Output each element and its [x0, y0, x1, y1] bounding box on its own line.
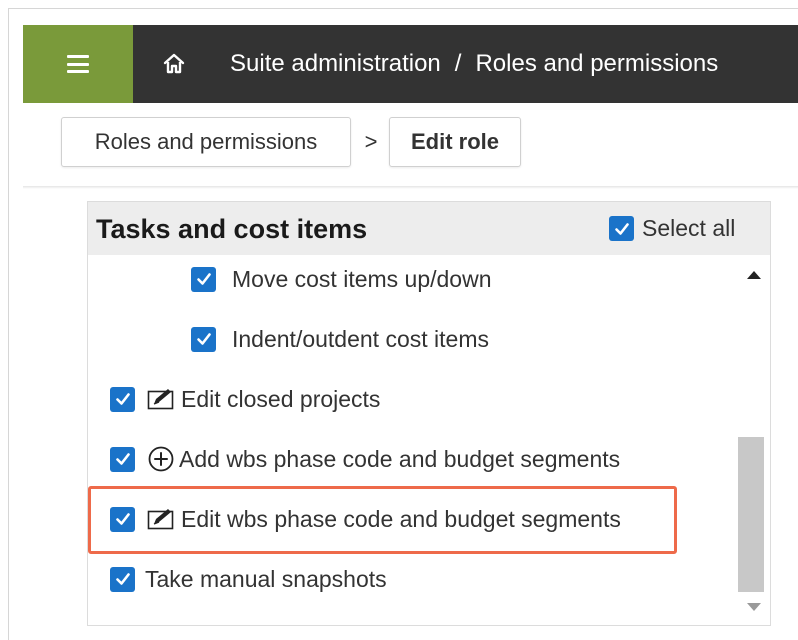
home-button[interactable] — [154, 25, 194, 103]
checkbox-checked-icon[interactable] — [191, 266, 216, 292]
highlight-box — [88, 486, 677, 554]
breadcrumb-edit-role[interactable]: Edit role — [389, 117, 521, 167]
frame-divider-top — [8, 8, 798, 9]
breadcrumb-shadow — [23, 186, 798, 189]
app-window: Suite administration / Roles and permiss… — [0, 0, 798, 640]
page-title: Suite administration / Roles and permiss… — [230, 25, 718, 103]
breadcrumb-roles-and-permissions[interactable]: Roles and permissions — [61, 117, 351, 167]
title-section[interactable]: Suite administration — [230, 50, 441, 78]
select-all-label: Select all — [642, 215, 736, 241]
hamburger-menu-button[interactable] — [23, 25, 133, 103]
permission-label: Take manual snapshots — [145, 565, 387, 592]
permission-indent-outdent-cost-items[interactable]: Indent/outdent cost items — [191, 321, 489, 357]
add-circle-icon — [147, 445, 175, 473]
permission-add-wbs-phase-code[interactable]: Add wbs phase code and budget segments — [110, 441, 620, 477]
title-page: Roles and permissions — [475, 50, 719, 77]
scrollbar-thumb[interactable] — [738, 437, 764, 592]
breadcrumb: Roles and permissions > Edit role — [23, 103, 798, 187]
panel-header: Tasks and cost items Select all — [88, 202, 770, 255]
tasks-and-cost-items-panel: Tasks and cost items Select all Move cos… — [87, 201, 771, 626]
checkbox-checked-icon[interactable] — [110, 386, 135, 412]
checkbox-checked-icon[interactable] — [110, 446, 135, 472]
permission-edit-closed-projects[interactable]: Edit closed projects — [110, 381, 380, 417]
permission-label: Edit closed projects — [181, 385, 381, 412]
select-all-checkbox[interactable]: Select all — [609, 215, 735, 242]
permission-label: Move cost items up/down — [232, 265, 492, 292]
checkbox-checked-icon[interactable] — [191, 326, 216, 352]
hamburger-menu-icon — [67, 55, 89, 73]
edit-icon — [147, 387, 177, 411]
breadcrumb-separator-icon: > — [364, 129, 378, 154]
checkbox-checked-icon[interactable] — [110, 566, 135, 592]
scroll-up-arrow-icon[interactable] — [747, 271, 761, 279]
permission-label: Add wbs phase code and budget segments — [179, 445, 621, 472]
scrollbar[interactable] — [738, 255, 770, 625]
checkbox-checked-icon[interactable] — [609, 216, 634, 241]
permission-move-cost-items[interactable]: Move cost items up/down — [191, 261, 492, 297]
permission-label: Indent/outdent cost items — [232, 325, 489, 352]
scroll-down-arrow-icon[interactable] — [747, 603, 761, 611]
permission-take-manual-snapshots[interactable]: Take manual snapshots — [110, 561, 387, 597]
panel-title: Tasks and cost items — [96, 214, 368, 244]
top-navigation-bar: Suite administration / Roles and permiss… — [23, 25, 798, 103]
permission-list: Move cost items up/down Indent/outdent c… — [88, 255, 738, 625]
frame-divider-left — [8, 8, 9, 640]
title-separator: / — [454, 50, 462, 77]
home-icon — [163, 53, 185, 74]
